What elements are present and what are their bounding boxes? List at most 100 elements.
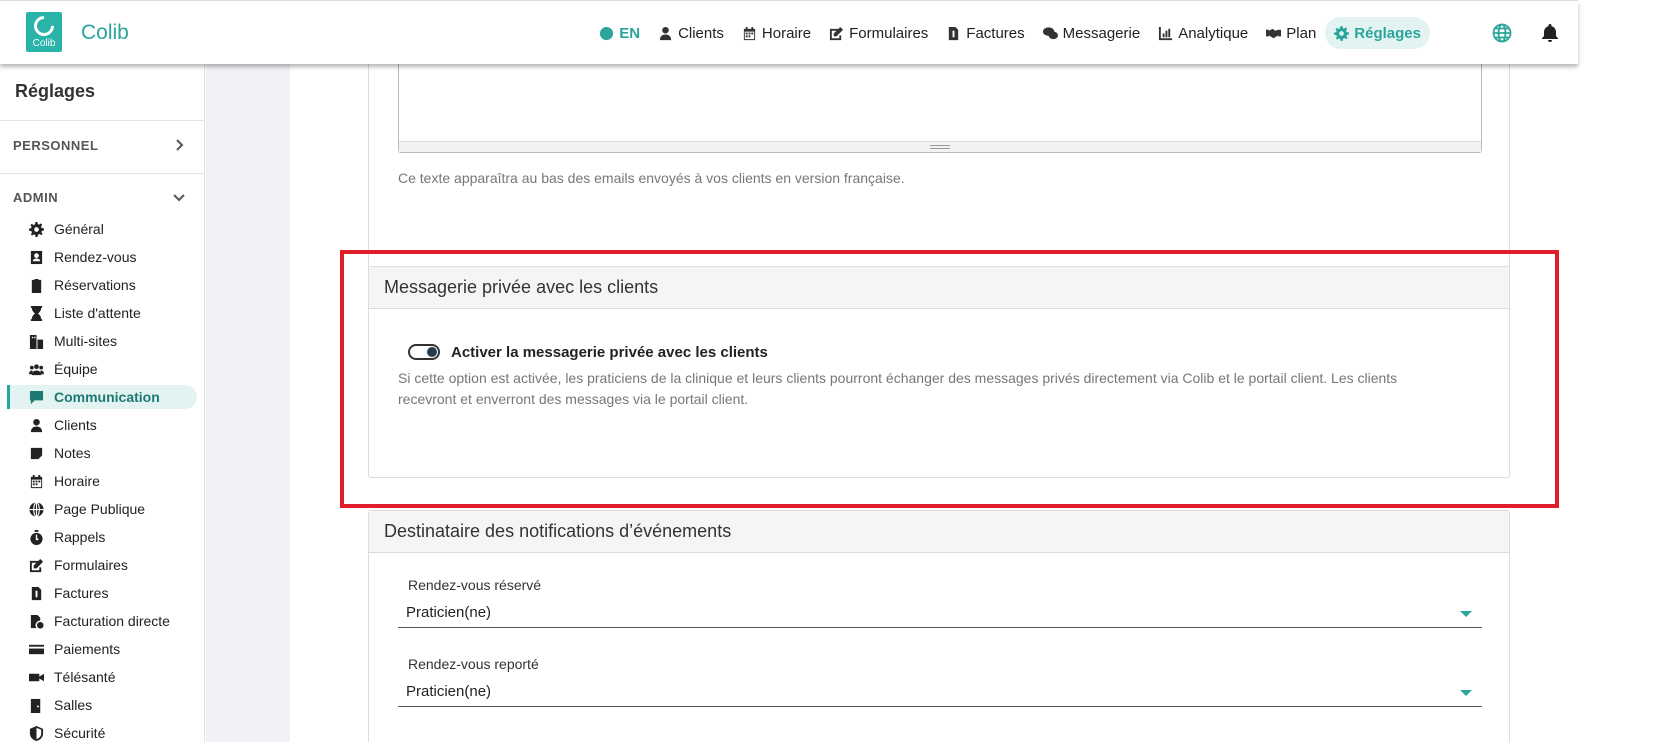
calendar-icon	[743, 26, 756, 40]
shield-icon	[29, 725, 44, 741]
settings-content: Ce texte apparaîtra au bas des emails en…	[290, 64, 1578, 742]
form-icon	[29, 558, 44, 572]
sidebar-item-liste-attente[interactable]: Liste d'attente	[7, 301, 197, 325]
sidebar-item-communication[interactable]: Communication	[7, 385, 197, 409]
sidebar-item-label: Clients	[54, 417, 97, 433]
sidebar-item-label: Multi-sites	[54, 333, 118, 349]
sidebar-item-equipe[interactable]: Équipe	[7, 357, 197, 381]
sidebar-item-multi-sites[interactable]: Multi-sites	[7, 329, 197, 353]
app-window: Colib Colib EN Clients Horaire Formulair…	[0, 0, 1668, 742]
nav-plan[interactable]: Plan	[1257, 17, 1325, 49]
nav-formulaires[interactable]: Formulaires	[820, 17, 937, 49]
colib-logo[interactable]: Colib	[26, 11, 62, 52]
user-icon	[659, 26, 672, 40]
hourglass-icon	[30, 305, 43, 321]
clipboard-icon	[31, 278, 42, 293]
handshake-icon	[1266, 28, 1282, 38]
sidebar-item-securite[interactable]: Sécurité	[7, 721, 197, 742]
sidebar-item-label: Paiements	[54, 641, 121, 657]
email-footer-textarea[interactable]	[398, 64, 1482, 153]
language-label: EN	[619, 24, 641, 42]
email-footer-help: Ce texte apparaîtra au bas des emails en…	[398, 170, 905, 186]
section-personnel[interactable]: PERSONNEL	[13, 138, 98, 153]
sidebar-item-general[interactable]: Général	[7, 217, 197, 241]
nav-reglages-label: Réglages	[1354, 24, 1421, 42]
nav-horaire-label: Horaire	[761, 24, 812, 42]
chevron-right-icon[interactable]	[172, 138, 186, 152]
sidebar-item-clients[interactable]: Clients	[7, 413, 197, 437]
nav-reglages[interactable]: Réglages	[1325, 17, 1430, 49]
calendar-icon	[30, 474, 43, 488]
stopwatch-icon	[30, 529, 43, 545]
sidebar-item-label: Salles	[54, 697, 93, 713]
sidebar-item-salles[interactable]: Salles	[7, 693, 197, 717]
sidebar-item-rappels[interactable]: Rappels	[7, 525, 197, 549]
sidebar-item-paiements[interactable]: Paiements	[7, 637, 197, 661]
dropdown-arrow-icon	[1460, 690, 1472, 696]
invoice-icon	[949, 26, 959, 40]
private-messaging-title: Messagerie privée avec les clients	[369, 267, 1509, 309]
video-icon	[29, 673, 44, 681]
private-messaging-help: Si cette option est activée, les pratici…	[398, 368, 1488, 410]
settings-sidebar: Réglages PERSONNEL ADMIN Général Rendez-…	[0, 64, 205, 742]
main-nav: EN Clients Horaire Formulaires Factures …	[590, 17, 1430, 49]
chevron-down-icon[interactable]	[172, 190, 186, 204]
nav-analytique[interactable]: Analytique	[1149, 17, 1257, 49]
sidebar-divider	[0, 173, 205, 174]
sidebar-item-rendez-vous[interactable]: Rendez-vous	[7, 245, 197, 269]
sidebar-item-reservations[interactable]: Réservations	[7, 273, 197, 297]
gear-icon	[1334, 25, 1350, 41]
note-icon	[30, 447, 43, 459]
event-notifications-title: Destinataire des notifications d’événeme…	[369, 511, 1509, 553]
form-icon	[830, 26, 844, 40]
nav-messagerie[interactable]: Messagerie	[1034, 17, 1150, 49]
sidebar-item-label: Factures	[54, 585, 109, 601]
resize-handle[interactable]	[399, 141, 1481, 152]
booked-recipient-select[interactable]: Praticien(ne)	[398, 598, 1482, 628]
section-admin[interactable]: ADMIN	[13, 190, 58, 205]
private-messaging-card: Messagerie privée avec les clients Activ…	[368, 266, 1510, 478]
sidebar-item-label: Rendez-vous	[54, 249, 137, 265]
rescheduled-recipient-select[interactable]: Praticien(ne)	[398, 677, 1482, 707]
brand-name[interactable]: Colib	[81, 21, 129, 45]
language-switch[interactable]: EN	[590, 17, 649, 49]
sidebar-item-label: Horaire	[54, 473, 100, 489]
private-messaging-toggle-label[interactable]: Activer la messagerie privée avec les cl…	[451, 344, 768, 361]
sidebar-item-page-publique[interactable]: Page Publique	[7, 497, 197, 521]
bell-icon[interactable]	[1540, 23, 1560, 43]
users-icon	[29, 363, 44, 375]
sidebar-item-telesante[interactable]: Télésanté	[7, 665, 197, 689]
calendar-user-icon	[30, 250, 43, 264]
buildings-icon	[29, 334, 44, 349]
file-clock-icon	[30, 614, 44, 629]
sidebar-item-notes[interactable]: Notes	[7, 441, 197, 465]
help-line: recevront et enverront des messages via …	[398, 391, 749, 407]
globe-icon	[600, 26, 614, 40]
private-messaging-toggle[interactable]	[408, 344, 440, 360]
nav-factures-label: Factures	[966, 24, 1025, 42]
user-icon	[30, 418, 43, 432]
public-page-globe-icon[interactable]	[1492, 23, 1512, 43]
sidebar-item-label: Sécurité	[54, 725, 106, 741]
main-area: Ce texte apparaîtra au bas des emails en…	[206, 64, 1578, 742]
credit-card-icon	[29, 644, 44, 654]
nav-formulaires-label: Formulaires	[849, 24, 929, 42]
sidebar-item-label: Communication	[54, 389, 160, 405]
sidebar-item-label: Formulaires	[54, 557, 128, 573]
nav-horaire[interactable]: Horaire	[733, 17, 820, 49]
sidebar-item-label: Rappels	[54, 529, 106, 545]
sidebar-item-formulaires[interactable]: Formulaires	[7, 553, 197, 577]
chat-icon	[1042, 26, 1058, 39]
nav-factures[interactable]: Factures	[937, 17, 1033, 49]
sidebar-item-factures[interactable]: Factures	[7, 581, 197, 605]
sidebar-item-label: Notes	[54, 445, 91, 461]
nav-clients[interactable]: Clients	[649, 17, 733, 49]
booked-label: Rendez-vous réservé	[408, 577, 542, 593]
nav-messagerie-label: Messagerie	[1062, 24, 1141, 42]
sidebar-item-horaire[interactable]: Horaire	[7, 469, 197, 493]
sidebar-item-facturation-directe[interactable]: Facturation directe	[7, 609, 197, 633]
nav-clients-label: Clients	[678, 24, 724, 42]
sidebar-item-label: Page Publique	[54, 501, 146, 517]
sidebar-item-label: Équipe	[54, 361, 98, 377]
top-navbar: Colib Colib EN Clients Horaire Formulair…	[0, 0, 1578, 64]
